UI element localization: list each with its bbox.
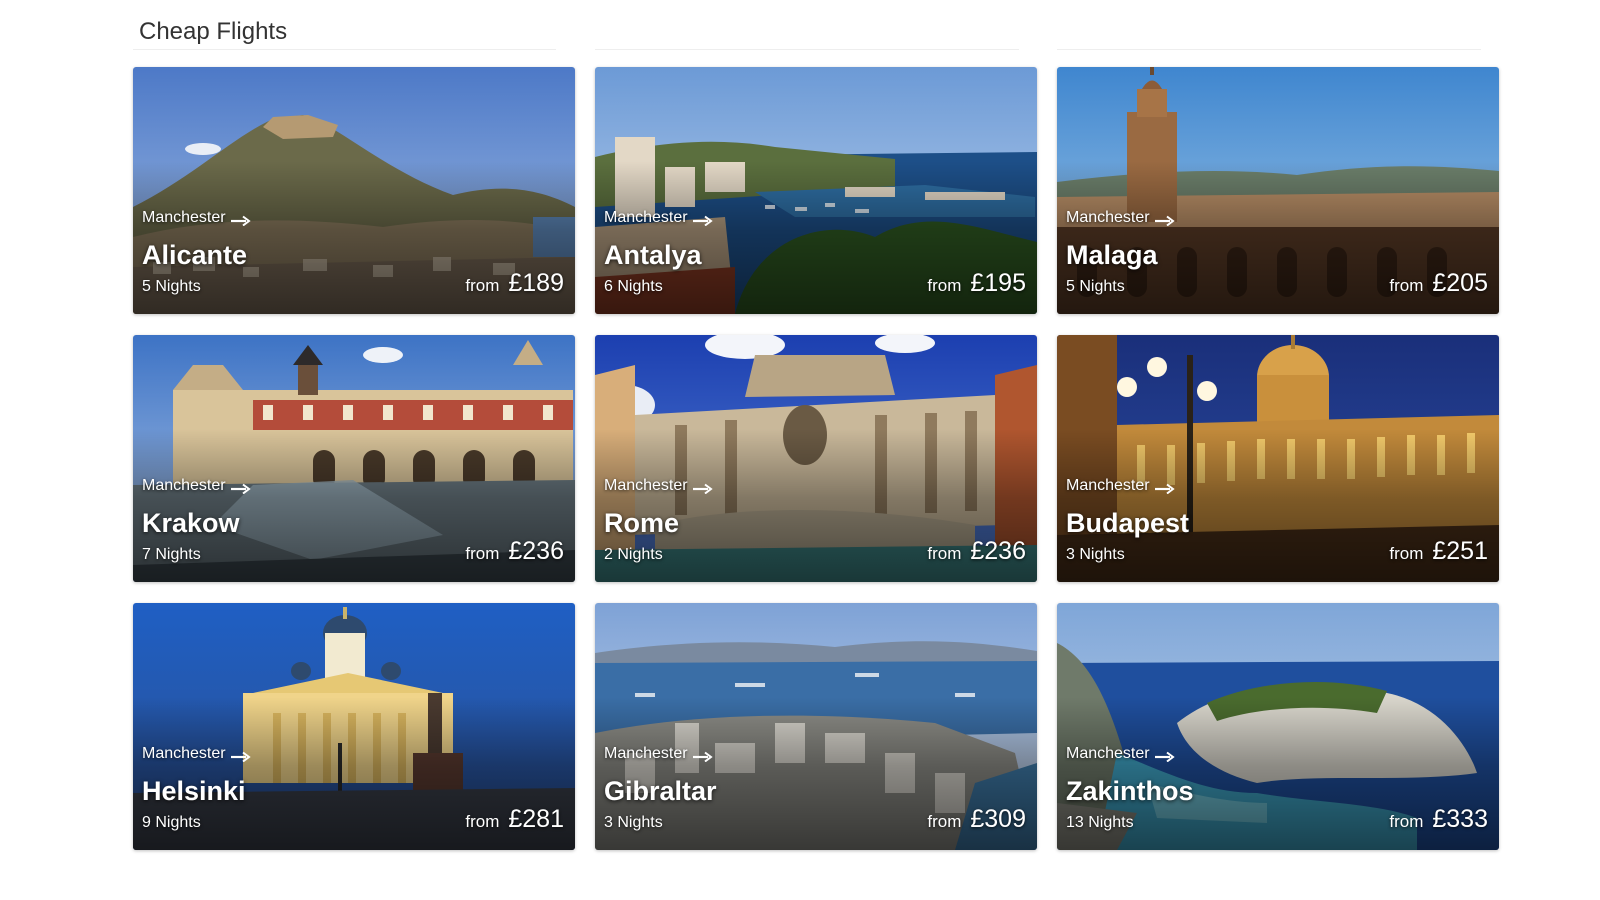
- destination-name: Malaga: [1066, 240, 1158, 270]
- destination-card-gibraltar[interactable]: Manchester Gibraltar 3 Nights from £309: [595, 603, 1037, 850]
- origin-label: Manchester: [604, 745, 713, 763]
- nights-count: 5 Nights: [142, 278, 201, 295]
- destination-name: Budapest: [1066, 508, 1190, 538]
- nights-count: 3 Nights: [604, 814, 663, 831]
- origin-label: Manchester: [1066, 477, 1175, 495]
- price-block: from £251: [1389, 537, 1488, 566]
- price-block: from £236: [465, 537, 564, 566]
- origin-city: Manchester: [604, 477, 688, 494]
- price-block: from £236: [927, 537, 1026, 566]
- from-label: from: [1389, 276, 1424, 295]
- from-label: from: [927, 812, 962, 831]
- price-block: from £333: [1389, 805, 1488, 834]
- origin-city: Manchester: [142, 477, 226, 494]
- arrow-right-icon: [230, 483, 251, 494]
- origin-label: Manchester: [142, 209, 251, 227]
- price-block: from £195: [927, 269, 1026, 298]
- nights-count: 6 Nights: [604, 278, 663, 295]
- origin-label: Manchester: [1066, 209, 1175, 227]
- header-divider: [1057, 49, 1481, 50]
- price-value: £236: [508, 537, 564, 565]
- arrow-right-icon: [692, 751, 713, 762]
- destination-card-budapest[interactable]: Manchester Budapest 3 Nights from £251: [1057, 335, 1499, 582]
- destination-card-zakinthos[interactable]: Manchester Zakinthos 13 Nights from £333: [1057, 603, 1499, 850]
- nights-count: 5 Nights: [1066, 278, 1125, 295]
- arrow-right-icon: [1154, 751, 1175, 762]
- nights-count: 7 Nights: [142, 546, 201, 563]
- origin-city: Manchester: [604, 745, 688, 762]
- price-value: £195: [970, 269, 1026, 297]
- price-value: £236: [970, 537, 1026, 565]
- destination-card-malaga[interactable]: Manchester Malaga 5 Nights from £205: [1057, 67, 1499, 314]
- destination-name: Helsinki: [142, 776, 246, 806]
- destination-name: Gibraltar: [604, 776, 717, 806]
- arrow-right-icon: [692, 483, 713, 494]
- destination-card-rome[interactable]: Manchester Rome 2 Nights from £236: [595, 335, 1037, 582]
- nights-count: 2 Nights: [604, 546, 663, 563]
- section-header: Cheap Flights: [133, 16, 1501, 52]
- origin-city: Manchester: [1066, 745, 1150, 762]
- destination-name: Zakinthos: [1066, 776, 1194, 806]
- header-divider: [133, 49, 556, 50]
- header-divider: [595, 49, 1019, 50]
- destination-name: Krakow: [142, 508, 240, 538]
- price-block: from £205: [1389, 269, 1488, 298]
- arrow-right-icon: [1154, 483, 1175, 494]
- origin-city: Manchester: [1066, 477, 1150, 494]
- origin-city: Manchester: [604, 209, 688, 226]
- price-value: £333: [1432, 805, 1488, 833]
- cheap-flights-page: Cheap Flights Manchester Alicante 5 Nigh…: [0, 0, 1600, 900]
- from-label: from: [1389, 812, 1424, 831]
- price-value: £251: [1432, 537, 1488, 565]
- price-block: from £309: [927, 805, 1026, 834]
- destination-card-helsinki[interactable]: Manchester Helsinki 9 Nights from £281: [133, 603, 575, 850]
- origin-city: Manchester: [142, 745, 226, 762]
- nights-count: 3 Nights: [1066, 546, 1125, 563]
- destination-grid: Manchester Alicante 5 Nights from £189 M…: [133, 67, 1499, 850]
- from-label: from: [927, 276, 962, 295]
- price-value: £281: [508, 805, 564, 833]
- nights-count: 13 Nights: [1066, 814, 1134, 831]
- destination-name: Antalya: [604, 240, 702, 270]
- destination-card-antalya[interactable]: Manchester Antalya 6 Nights from £195: [595, 67, 1037, 314]
- destination-name: Rome: [604, 508, 680, 538]
- price-block: from £189: [465, 269, 564, 298]
- from-label: from: [465, 544, 500, 563]
- price-value: £189: [508, 269, 564, 297]
- origin-city: Manchester: [142, 209, 226, 226]
- from-label: from: [465, 812, 500, 831]
- section-title: Cheap Flights: [139, 18, 288, 45]
- from-label: from: [1389, 544, 1424, 563]
- origin-label: Manchester: [142, 745, 251, 763]
- from-label: from: [927, 544, 962, 563]
- destination-name: Alicante: [142, 240, 248, 270]
- origin-label: Manchester: [142, 477, 251, 495]
- price-value: £309: [970, 805, 1026, 833]
- origin-label: Manchester: [604, 209, 713, 227]
- from-label: from: [465, 276, 500, 295]
- origin-label: Manchester: [1066, 745, 1175, 763]
- origin-label: Manchester: [604, 477, 713, 495]
- price-value: £205: [1432, 269, 1488, 297]
- origin-city: Manchester: [1066, 209, 1150, 226]
- price-block: from £281: [465, 805, 564, 834]
- arrow-right-icon: [230, 215, 251, 226]
- nights-count: 9 Nights: [142, 814, 201, 831]
- arrow-right-icon: [230, 751, 251, 762]
- destination-card-alicante[interactable]: Manchester Alicante 5 Nights from £189: [133, 67, 575, 314]
- destination-card-krakow[interactable]: Manchester Krakow 7 Nights from £236: [133, 335, 575, 582]
- arrow-right-icon: [1154, 215, 1175, 226]
- arrow-right-icon: [692, 215, 713, 226]
